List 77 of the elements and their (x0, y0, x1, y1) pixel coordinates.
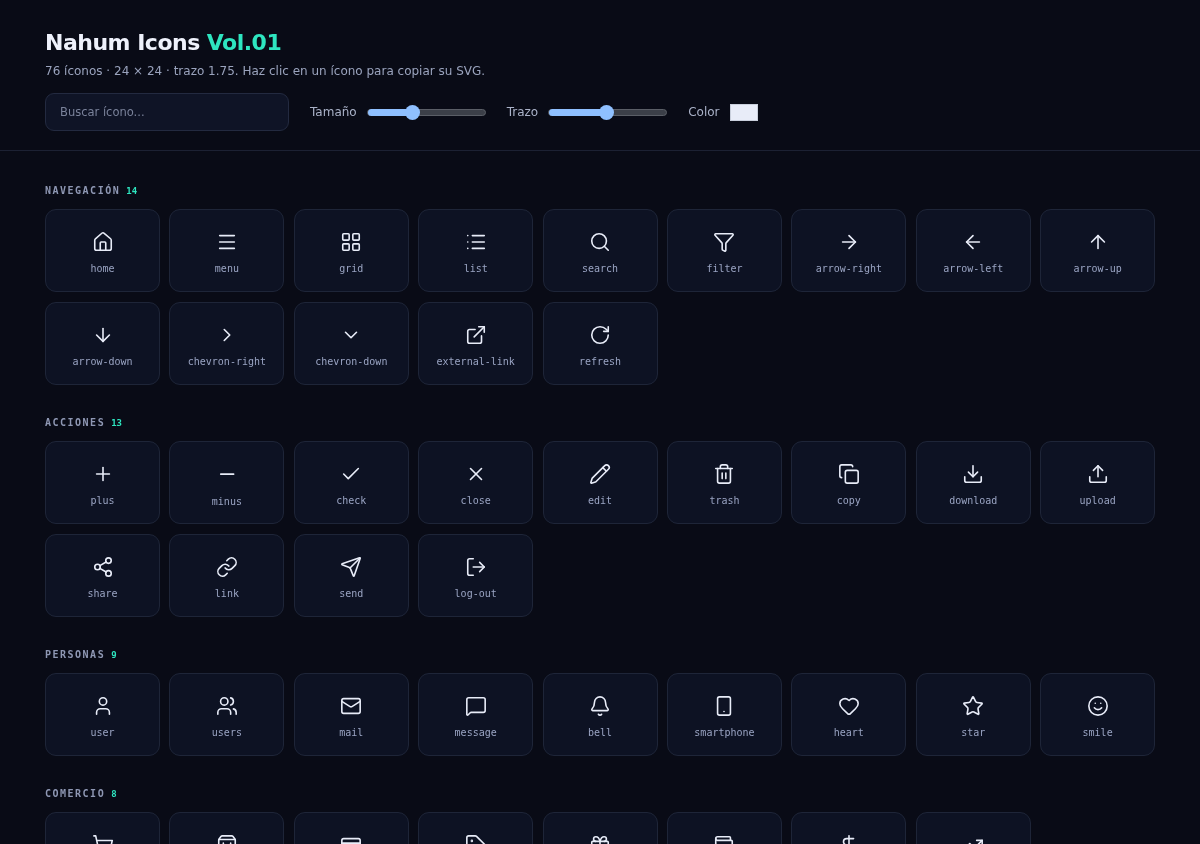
download-icon (962, 463, 985, 485)
icon-card[interactable]: log-out (418, 534, 534, 617)
refresh-icon (589, 324, 612, 346)
icon-card[interactable]: list (418, 209, 534, 292)
icon-card[interactable]: grid (293, 209, 409, 292)
slider-label: Tamaño (310, 105, 357, 119)
section-count: 9 (111, 650, 117, 660)
icon-card[interactable]: send (293, 534, 409, 617)
icon-card[interactable]: smile (1040, 673, 1156, 756)
icon-card[interactable]: link (169, 534, 285, 617)
color-label: Color (688, 105, 720, 119)
slider-thumb[interactable] (599, 104, 614, 120)
icon-card[interactable]: upload (1040, 441, 1156, 524)
icon-card[interactable]: user (45, 673, 160, 756)
section-count: 13 (111, 418, 122, 428)
funnel-icon (713, 231, 736, 253)
section-title: ACCIONES (45, 417, 106, 428)
star-icon (962, 695, 985, 717)
icon-card[interactable]: message (418, 673, 534, 756)
send-icon (340, 556, 363, 578)
icon-card[interactable]: chevron-down (293, 302, 409, 385)
message-icon (464, 695, 487, 717)
bell-icon (589, 695, 612, 717)
icon-card[interactable]: mail (293, 673, 409, 756)
mail-icon (340, 695, 363, 717)
house-icon (91, 231, 114, 253)
copy-icon (837, 463, 860, 485)
icon-card[interactable]: menu (169, 209, 285, 292)
pencil-icon (589, 463, 612, 485)
heart-icon (837, 695, 860, 717)
icon-card[interactable]: search (542, 209, 658, 292)
icon-card[interactable]: minus (169, 441, 285, 524)
icon-card[interactable]: share (45, 534, 160, 617)
grid-icon (340, 231, 363, 253)
icon-card[interactable]: close (418, 441, 534, 524)
icon-card[interactable]: bell (542, 673, 658, 756)
icon-card[interactable]: chevron-right (169, 302, 285, 385)
trash-icon (713, 463, 736, 485)
upload-icon (1086, 463, 1109, 485)
icon-card[interactable]: arrow-down (45, 302, 160, 385)
icon-card[interactable]: heart (791, 673, 907, 756)
slider-label: Trazo (506, 105, 539, 119)
subtitle: 76 íconos · 24 × 24 · trazo 1.75. Haz clic en un ícono para copiar su SVG. (45, 64, 487, 78)
icon-card[interactable]: arrow-up (1040, 209, 1156, 292)
smile-icon (1086, 695, 1109, 717)
section-count: 8 (111, 789, 117, 799)
icon-card[interactable]: download (915, 441, 1031, 524)
users-icon (215, 695, 238, 717)
icon-card[interactable]: arrow-left (915, 209, 1031, 292)
app-title: Nahum Icons (45, 30, 200, 55)
icon-card[interactable]: refresh (542, 302, 658, 385)
external-link-icon (464, 324, 487, 346)
slider-thumb[interactable] (404, 104, 420, 120)
minus-icon (218, 473, 236, 476)
icon-card[interactable]: arrow-right (791, 209, 907, 292)
section-title: NAVEGACIÓN (45, 185, 121, 196)
icon-card[interactable]: copy (791, 441, 907, 524)
icon-card[interactable]: users (169, 673, 285, 756)
version-label: Vol.01 (206, 30, 282, 55)
section-title: COMERCIO (45, 788, 106, 799)
color-swatch[interactable] (729, 103, 758, 121)
icon-card[interactable]: filter (666, 209, 782, 292)
link-icon (215, 556, 238, 578)
search-icon (589, 231, 612, 253)
log-out-icon (464, 556, 487, 578)
search-field[interactable]: Buscar ícono... (45, 93, 289, 131)
section-title: PERSONAS (45, 649, 106, 660)
section-count: 14 (126, 186, 138, 196)
icon-card[interactable]: trash (666, 441, 782, 524)
icon-card[interactable]: plus (45, 441, 160, 524)
icon-card[interactable]: check (293, 441, 409, 524)
icon-card[interactable]: star (915, 673, 1031, 756)
icon-card[interactable]: smartphone (666, 673, 782, 756)
icon-card[interactable]: external-link (418, 302, 534, 385)
share-icon (91, 556, 114, 578)
icon-card[interactable]: home (45, 209, 160, 292)
icon-card[interactable]: edit (542, 441, 658, 524)
